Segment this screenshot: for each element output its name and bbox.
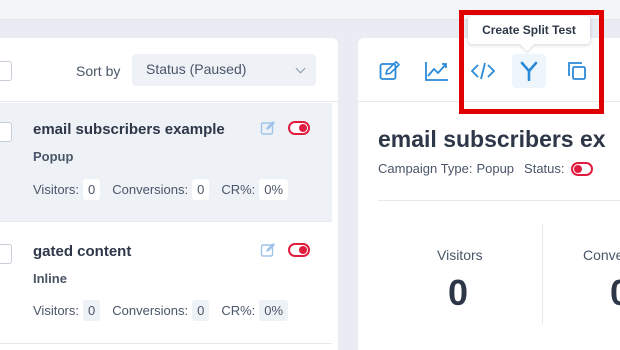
cr-label: CR%: — [221, 303, 256, 318]
campaign-checkbox[interactable] — [0, 122, 12, 142]
campaign-list-item[interactable]: gated content Inline Visitors: 0 Convers… — [0, 222, 332, 340]
campaign-title: email subscribers example — [33, 121, 225, 138]
campaign-checkbox[interactable] — [0, 244, 12, 264]
conversions-label: Conversions: — [112, 303, 189, 318]
status-toggle[interactable] — [288, 243, 310, 257]
status-toggle[interactable] — [570, 161, 593, 176]
conversions-value: 0 — [192, 179, 210, 200]
sort-select-value: Status (Paused) — [146, 61, 247, 77]
highlight-box — [459, 10, 604, 114]
detail-divider — [378, 200, 620, 201]
stat-column-divider — [542, 224, 543, 324]
campaign-stats: Visitors: 0 Conversions: 0 CR%: 0% — [33, 179, 289, 200]
campaign-title: gated content — [33, 243, 132, 260]
conversions-stat-label: Conve — [583, 247, 620, 263]
list-divider — [0, 343, 332, 344]
conversions-value: 0 — [192, 300, 210, 321]
visitors-stat-value: 0 — [448, 272, 469, 313]
conversions-stat-value: 0 — [610, 272, 620, 314]
campaign-meta: Campaign Type: Popup Status: — [378, 161, 593, 176]
cr-label: CR%: — [221, 182, 256, 197]
visitors-value: 0 — [83, 179, 101, 200]
visitors-value: 0 — [83, 300, 101, 321]
status-toggle[interactable] — [288, 121, 310, 135]
campaign-stats: Visitors: 0 Conversions: 0 CR%: 0% — [33, 300, 289, 321]
sort-bar: Sort by Status (Paused) — [0, 38, 338, 102]
select-all-checkbox[interactable] — [0, 61, 12, 81]
campaign-type: Inline — [33, 271, 67, 286]
campaign-type: Popup — [33, 149, 74, 164]
campaign-type-value: Popup — [476, 161, 515, 176]
analytics-button[interactable] — [418, 54, 452, 88]
status-label: Status: — [524, 161, 565, 176]
campaign-detail-title: email subscribers ex — [378, 126, 606, 152]
campaign-list-item[interactable]: email subscribers example Popup Visitors… — [0, 103, 332, 221]
sort-select[interactable]: Status (Paused) — [132, 54, 316, 86]
cr-value: 0% — [259, 300, 289, 321]
campaign-list-panel: Sort by Status (Paused) email subscriber… — [0, 38, 338, 350]
campaign-type-label: Campaign Type: — [378, 161, 473, 176]
edit-icon[interactable] — [260, 120, 276, 136]
edit-icon[interactable] — [260, 242, 276, 258]
chevron-down-icon — [295, 63, 306, 74]
visitors-stat-label: Visitors — [437, 247, 483, 263]
conversions-label: Conversions: — [112, 182, 189, 197]
visitors-label: Visitors: — [33, 303, 79, 318]
sort-label: Sort by — [76, 63, 121, 79]
visitors-label: Visitors: — [33, 182, 79, 197]
cr-value: 0% — [259, 179, 289, 200]
edit-campaign-button[interactable] — [372, 54, 406, 88]
